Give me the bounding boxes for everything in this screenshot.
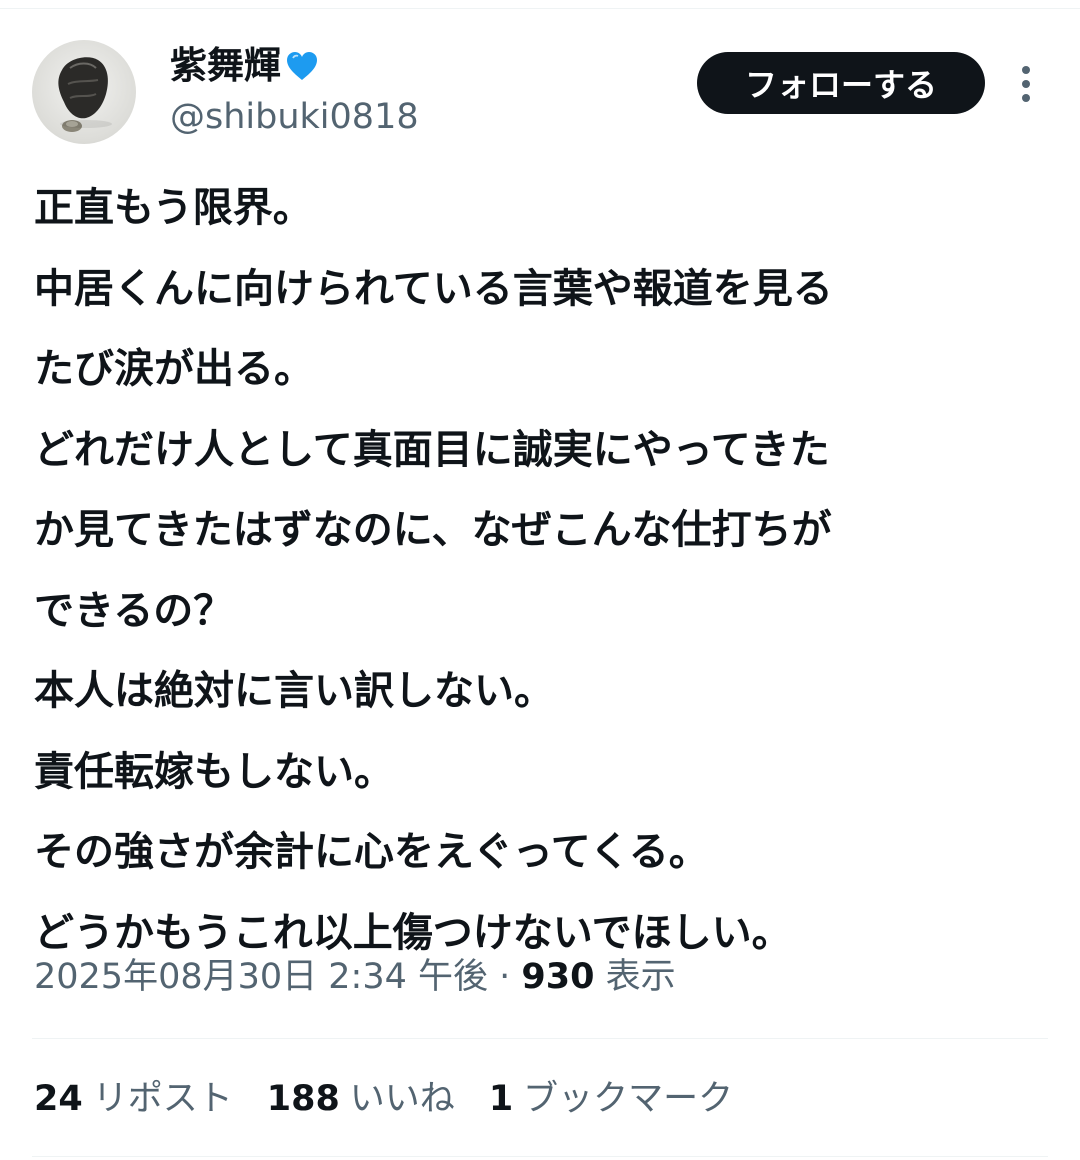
bookmark-count: 1 [488,1079,514,1119]
tweet-text-line: たび涙が出る。 [34,346,314,392]
like-stat[interactable]: 188 いいね [267,1074,455,1124]
repost-count: 24 [34,1079,83,1119]
meta-divider [32,1038,1048,1039]
top-divider [0,0,1080,9]
tweet-header: 紫舞輝 @shibuki0818 フォローする [32,40,1052,144]
like-label: いいね [349,1079,455,1119]
bookmark-label: ブックマーク [523,1079,734,1119]
tweet-text-line: 本人は絶対に言い訳しない。 [34,668,554,714]
meta-separator: · [499,957,511,997]
bookmark-stat[interactable]: 1 ブックマーク [489,1074,733,1124]
timestamp-link[interactable]: 2025年08月30日 2:34 午後 [34,957,488,997]
repost-label: リポスト [92,1079,233,1119]
tweet-text-line: 正直もう限界。 [34,185,313,231]
avatar[interactable] [32,40,136,144]
user-name-block: 紫舞輝 @shibuki0818 [170,42,419,140]
engagement-stats: 24 リポスト 188 いいね 1 ブックマーク [34,1074,733,1124]
follow-button[interactable]: フォローする [697,52,985,114]
like-count: 188 [266,1079,340,1119]
views-label: 表示 [605,957,676,997]
tweet-text-line: その強さが余計に心をえぐってくる。 [34,829,709,875]
tweet-text-line: できるの？ [34,587,234,634]
stats-divider [32,1156,1048,1157]
views-count: 930 [521,957,595,997]
tweet-text-line: か見てきたはずなのに、なぜこんな仕打ちが [34,507,832,553]
tweet-text-line: 責任転嫁もしない。 [34,748,394,795]
blue-heart-icon [285,50,319,82]
tweet-text-line: どれだけ人として真面目に誠実にやってきた [34,426,830,473]
user-handle[interactable]: @shibuki0818 [170,94,419,140]
tweet-text-line: 中居くんに向けられている言葉や報道を見る [34,265,833,312]
display-name-row[interactable]: 紫舞輝 [170,42,419,90]
pebble-sketch-icon [58,57,112,132]
more-vertical-icon[interactable] [1010,62,1042,106]
tweet-meta: 2025年08月30日 2:34 午後 · 930 表示 [34,952,676,1002]
display-name[interactable]: 紫舞輝 [170,42,281,90]
tweet-text: 正直もう限界。 中居くんに向けられている言葉や報道を見る たび涙が出る。 どれだ… [34,168,1044,973]
repost-stat[interactable]: 24 リポスト [34,1074,233,1124]
